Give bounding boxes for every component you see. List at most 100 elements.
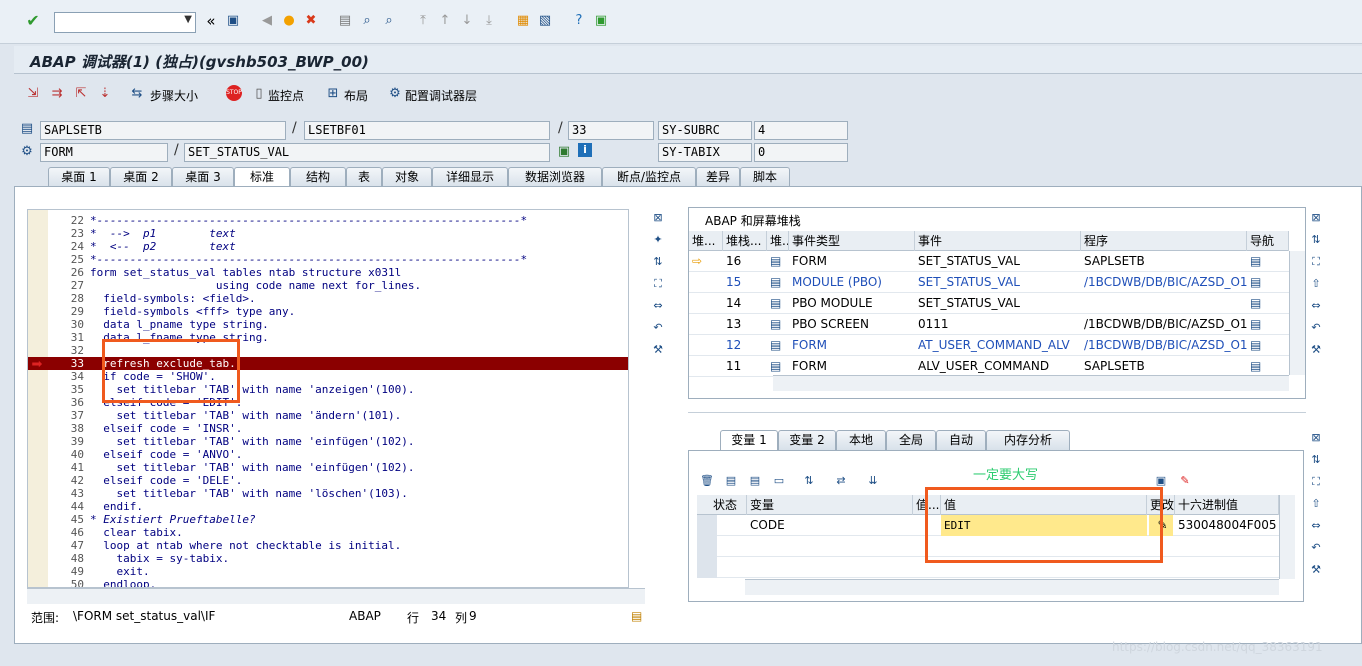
vars-vertical-scrollbar[interactable]: [1279, 495, 1295, 579]
code-line[interactable]: 37 set titlebar 'TAB' with name 'ändern'…: [28, 409, 628, 422]
swap-icon[interactable]: ⇔: [1308, 298, 1324, 314]
maximize-icon[interactable]: ⊠: [650, 210, 666, 226]
navigate-icon[interactable]: ▤: [1247, 314, 1289, 335]
change-value-icon[interactable]: ✎: [1177, 473, 1193, 489]
new-tool-icon[interactable]: ✦: [650, 232, 666, 248]
code-line[interactable]: 26 form set_status_val tables ntab struct…: [28, 266, 628, 279]
code-line[interactable]: 49 exit.: [28, 565, 628, 578]
replace-tool-icon[interactable]: ⇅: [650, 254, 666, 270]
code-line[interactable]: 39 set titlebar 'TAB' with name 'einfüge…: [28, 435, 628, 448]
tab-variables-6[interactable]: 内存分析: [986, 430, 1070, 450]
tab-desktop-3[interactable]: 桌面 3: [172, 167, 234, 187]
next-page-icon[interactable]: ↓: [458, 12, 476, 30]
row-selector[interactable]: [697, 515, 717, 536]
exit-icon[interactable]: ●: [280, 12, 298, 30]
print-icon[interactable]: ▤: [336, 12, 354, 30]
back-icon[interactable]: ◀: [258, 12, 276, 30]
table-row[interactable]: ⇨ 16 ▤ FORM SET_STATUS_VAL SAPLSETB ▤: [689, 251, 1289, 272]
vars-horizontal-scrollbar[interactable]: [745, 579, 1279, 595]
table-row[interactable]: 12 ▤ FORM AT_USER_COMMAND_ALV/1BCDWB/DB/BIC…: [689, 335, 1289, 356]
layout-menu-icon[interactable]: ▣: [592, 12, 610, 30]
tab-variables-1[interactable]: 变量 1: [720, 430, 778, 450]
return-icon[interactable]: ⇱: [72, 85, 90, 103]
last-page-icon[interactable]: ⤓: [480, 12, 498, 30]
replace-tool-icon[interactable]: ⇅: [1308, 452, 1324, 468]
tab-objects[interactable]: 对象: [382, 167, 432, 187]
tab-script[interactable]: 脚本: [740, 167, 790, 187]
info-icon[interactable]: i: [578, 143, 592, 157]
layout-button[interactable]: 布局: [344, 87, 368, 104]
tab-variables-5[interactable]: 自动: [936, 430, 986, 450]
code-line[interactable]: 29 field-symbols <fff> type any.: [28, 305, 628, 318]
tab-data-browser[interactable]: 数据浏览器: [508, 167, 602, 187]
tab-diff[interactable]: 差异: [696, 167, 740, 187]
step-over-icon[interactable]: ⇉: [48, 85, 66, 103]
stop-icon[interactable]: STOP: [226, 85, 242, 101]
watchpoint-icon[interactable]: ▯: [250, 85, 268, 103]
tab-variables-4[interactable]: 全局: [886, 430, 936, 450]
config-layers-button[interactable]: 配置调试器层: [405, 87, 477, 104]
maximize-icon[interactable]: ⊠: [1308, 430, 1324, 446]
import-icon[interactable]: ⇊: [865, 473, 881, 489]
edit-icon[interactable]: ▤: [747, 473, 763, 489]
navigate-icon[interactable]: ▤: [1247, 335, 1289, 356]
transfer-icon[interactable]: ⇄: [833, 473, 849, 489]
tab-variables-3[interactable]: 本地: [836, 430, 886, 450]
col-variable[interactable]: 变量: [747, 495, 913, 515]
code-line[interactable]: 48 tabix = sy-tabix.: [28, 552, 628, 565]
watchpoint-button[interactable]: 监控点: [268, 87, 304, 104]
code-horizontal-scrollbar[interactable]: [27, 588, 645, 604]
col-navigate[interactable]: 导航: [1247, 231, 1289, 251]
enter-check-icon[interactable]: ✔: [24, 12, 42, 30]
col-stack-level[interactable]: 堆栈...: [723, 231, 767, 251]
col-stack-type-icon[interactable]: 堆...: [767, 231, 789, 251]
first-page-icon[interactable]: ⤒: [414, 12, 432, 30]
col-status[interactable]: 状态: [697, 495, 747, 515]
services-icon[interactable]: ⚒: [1308, 342, 1324, 358]
command-field[interactable]: ▼: [54, 12, 196, 33]
code-line[interactable]: 44 endif.: [28, 500, 628, 513]
display-icon[interactable]: ▤: [723, 473, 739, 489]
code-line[interactable]: 41 set titlebar 'TAB' with name 'einfüge…: [28, 461, 628, 474]
col-program[interactable]: 程序: [1081, 231, 1247, 251]
code-line[interactable]: 42 elseif code = 'DELE'.: [28, 474, 628, 487]
tab-standard[interactable]: 标准: [234, 167, 290, 187]
collapse-up-icon[interactable]: ⇧: [1308, 276, 1324, 292]
stack-vertical-scrollbar[interactable]: [1289, 251, 1305, 375]
delete-icon[interactable]: 🗑: [699, 473, 715, 489]
help-icon[interactable]: ?: [570, 12, 588, 30]
tab-desktop-1[interactable]: 桌面 1: [48, 167, 110, 187]
step-size-icon[interactable]: ⇆: [128, 85, 146, 103]
code-line[interactable]: 47 loop at ntab where not checktable is …: [28, 539, 628, 552]
sort-icon[interactable]: ⇅: [801, 473, 817, 489]
code-line[interactable]: 25 *-------------------------------------…: [28, 253, 628, 266]
row-selector[interactable]: [697, 536, 717, 557]
code-line[interactable]: 22 *-------------------------------------…: [28, 214, 628, 227]
dropdown-arrow-icon[interactable]: ▼: [184, 14, 192, 25]
col-event[interactable]: 事件: [915, 231, 1081, 251]
full-screen-icon[interactable]: ⛶: [1308, 254, 1324, 270]
code-line[interactable]: 38 elseif code = 'INSR'.: [28, 422, 628, 435]
step-size-button[interactable]: 步骤大小: [150, 87, 198, 104]
table-row[interactable]: 14 ▤ PBO MODULE SET_STATUS_VAL ▤: [689, 293, 1289, 314]
collapse-up-icon[interactable]: ⇧: [1308, 496, 1324, 512]
code-line[interactable]: 23 * --> p1 text: [28, 227, 628, 240]
tab-detail[interactable]: 详细显示: [432, 167, 508, 187]
table-row[interactable]: 11 ▤ FORM ALV_USER_COMMAND SAPLSETB ▤: [689, 356, 1289, 377]
layout-icon[interactable]: ⊞: [324, 85, 342, 103]
navigate-icon[interactable]: ▤: [1247, 293, 1289, 314]
step-into-icon[interactable]: ⇲: [24, 85, 42, 103]
tab-table[interactable]: 表: [346, 167, 382, 187]
new-session-icon[interactable]: ▦: [514, 12, 532, 30]
replace-tool-icon[interactable]: ⇅: [1308, 232, 1324, 248]
navigate-icon[interactable]: ▣: [555, 143, 573, 161]
code-line[interactable]: 30 data l_pname type string.: [28, 318, 628, 331]
maximize-icon[interactable]: ⊠: [1308, 210, 1324, 226]
table-row[interactable]: 15 ▤ MODULE (PBO) SET_STATUS_VAL/1BCDWB/DB/…: [689, 272, 1289, 293]
col-event-type[interactable]: 事件类型: [789, 231, 915, 251]
previous-page-icon[interactable]: ↑: [436, 12, 454, 30]
full-screen-icon[interactable]: ⛶: [1308, 474, 1324, 490]
collapse-icon[interactable]: «: [202, 12, 220, 30]
note-icon[interactable]: ▤: [631, 609, 642, 623]
services-icon[interactable]: ⚒: [650, 342, 666, 358]
